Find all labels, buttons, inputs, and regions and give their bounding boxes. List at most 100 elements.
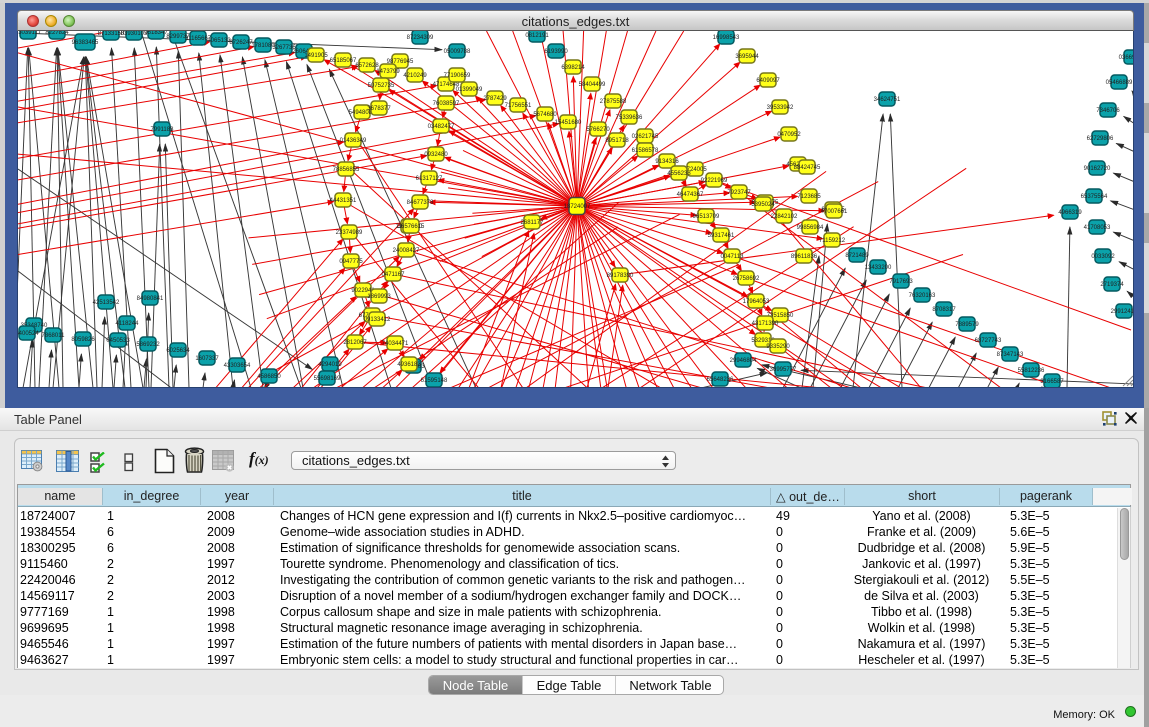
- svg-text:24008427: 24008427: [393, 248, 420, 254]
- svg-text:7346706: 7346706: [1096, 108, 1120, 114]
- svg-text:47007661: 47007661: [821, 209, 848, 215]
- svg-text:0450533: 0450533: [106, 338, 130, 344]
- svg-text:2812067: 2812067: [343, 340, 367, 346]
- svg-text:65375564: 65375564: [1081, 194, 1108, 200]
- svg-text:29912419: 29912419: [1111, 309, 1134, 315]
- svg-text:43303654: 43303654: [224, 363, 251, 369]
- svg-text:89611836: 89611836: [791, 254, 818, 260]
- svg-text:01399049: 01399049: [456, 87, 483, 93]
- svg-text:7868011: 7868011: [42, 333, 66, 339]
- svg-text:8726247: 8726247: [229, 40, 253, 46]
- svg-text:77190659: 77190659: [444, 73, 471, 79]
- svg-text:02621745: 02621745: [632, 134, 659, 140]
- svg-text:0471167: 0471167: [382, 272, 406, 278]
- svg-text:76320163: 76320163: [909, 293, 936, 299]
- svg-text:0812191: 0812191: [525, 33, 549, 39]
- svg-text:15451680: 15451680: [555, 120, 582, 126]
- svg-text:89178390: 89178390: [607, 273, 634, 279]
- svg-text:01436349: 01436349: [340, 138, 367, 144]
- svg-text:0033092: 0033092: [1091, 254, 1115, 260]
- svg-text:43171390: 43171390: [752, 321, 779, 327]
- svg-text:87234309: 87234309: [407, 35, 434, 41]
- svg-text:5674680: 5674680: [533, 112, 557, 118]
- svg-text:2719374: 2719374: [1100, 282, 1124, 288]
- svg-text:7917693: 7917693: [889, 279, 913, 285]
- svg-text:59317461: 59317461: [708, 233, 735, 239]
- svg-text:99856984: 99856984: [797, 225, 824, 231]
- svg-text:7889579: 7889579: [955, 322, 979, 328]
- svg-text:92221969: 92221969: [701, 178, 728, 184]
- svg-text:17964053: 17964053: [743, 299, 770, 305]
- svg-text:3678377: 3678377: [367, 106, 391, 112]
- svg-text:84677378: 84677378: [407, 200, 434, 206]
- svg-text:58404499: 58404499: [579, 82, 606, 88]
- svg-text:1065133: 1065133: [207, 38, 231, 44]
- svg-text:88424745: 88424745: [794, 165, 821, 171]
- svg-text:87347143: 87347143: [997, 352, 1024, 358]
- svg-text:4936183: 4936183: [397, 362, 421, 368]
- svg-text:4966319: 4966319: [1058, 210, 1082, 216]
- svg-text:2787429: 2787429: [483, 96, 507, 102]
- svg-text:0947775: 0947775: [339, 259, 363, 265]
- svg-text:55812236: 55812236: [1018, 368, 1045, 374]
- svg-text:16998543: 16998543: [713, 35, 740, 41]
- svg-text:8951718: 8951718: [605, 138, 629, 144]
- svg-text:75339636: 75339636: [616, 115, 643, 121]
- svg-text:6025634: 6025634: [166, 348, 190, 354]
- svg-text:13433200: 13433200: [865, 265, 892, 271]
- svg-text:43039117: 43039117: [18, 31, 42, 36]
- svg-text:1869993: 1869993: [367, 294, 391, 300]
- svg-text:61317127: 61317127: [416, 176, 443, 182]
- svg-text:71159212: 71159212: [819, 238, 846, 244]
- svg-text:74034471: 74034471: [382, 341, 409, 347]
- svg-text:96383465: 96383465: [72, 40, 99, 46]
- svg-text:90162720: 90162720: [1084, 166, 1111, 172]
- svg-text:18724007: 18724007: [564, 204, 591, 210]
- svg-text:0047113: 0047113: [721, 254, 745, 260]
- svg-text:22842102: 22842102: [771, 214, 798, 220]
- svg-text:61595148: 61595148: [421, 378, 448, 384]
- svg-text:4556238: 4556238: [667, 171, 691, 177]
- svg-text:7923747: 7923747: [727, 190, 751, 196]
- svg-text:1491905: 1491905: [304, 53, 328, 59]
- svg-text:36995777: 36995777: [770, 367, 797, 373]
- svg-text:29946804: 29946804: [730, 358, 757, 364]
- svg-text:46474367: 46474367: [677, 192, 704, 198]
- svg-text:03669096: 03669096: [1119, 55, 1134, 61]
- svg-text:2681177: 2681177: [521, 220, 545, 226]
- svg-text:0470952: 0470952: [777, 132, 801, 138]
- svg-text:34624751: 34624751: [874, 97, 901, 103]
- svg-text:8227824: 8227824: [45, 31, 69, 36]
- svg-text:55698169: 55698169: [314, 376, 341, 382]
- svg-text:0518347: 0518347: [144, 31, 168, 36]
- svg-text:84980841: 84980841: [137, 296, 164, 302]
- svg-text:8059826: 8059826: [71, 337, 95, 343]
- svg-text:6193990: 6193990: [544, 49, 568, 55]
- svg-text:4210249: 4210249: [403, 73, 427, 79]
- svg-text:65185067: 65185067: [330, 58, 357, 64]
- svg-text:44431351: 44431351: [330, 198, 357, 204]
- svg-text:62729806: 62729806: [1087, 136, 1114, 142]
- svg-text:0932480: 0932480: [424, 152, 448, 158]
- svg-text:03482477: 03482477: [428, 124, 455, 130]
- svg-text:61586578: 61586578: [632, 148, 659, 154]
- svg-text:41708053: 41708053: [1084, 225, 1111, 231]
- svg-text:8708317: 8708317: [932, 307, 956, 313]
- svg-text:05466889: 05466889: [1106, 80, 1133, 86]
- svg-text:5766270: 5766270: [586, 127, 610, 133]
- svg-text:96513709: 96513709: [693, 214, 720, 220]
- svg-text:5395024: 5395024: [751, 202, 775, 208]
- svg-text:9335290: 9335290: [766, 344, 790, 350]
- svg-text:23374989: 23374989: [336, 230, 363, 236]
- svg-text:1473799: 1473799: [376, 69, 400, 75]
- svg-text:6398214: 6398214: [561, 65, 585, 71]
- svg-text:27875588: 27875588: [600, 99, 627, 105]
- svg-text:6400524: 6400524: [18, 331, 39, 337]
- svg-text:39533942: 39533942: [767, 105, 794, 111]
- svg-text:4586850: 4586850: [257, 374, 281, 380]
- svg-text:09133412: 09133412: [364, 317, 391, 323]
- svg-text:65648236: 65648236: [707, 377, 734, 383]
- svg-text:36576615: 36576615: [398, 224, 425, 230]
- svg-text:05009788: 05009788: [444, 49, 471, 55]
- svg-text:7991183: 7991183: [151, 127, 175, 133]
